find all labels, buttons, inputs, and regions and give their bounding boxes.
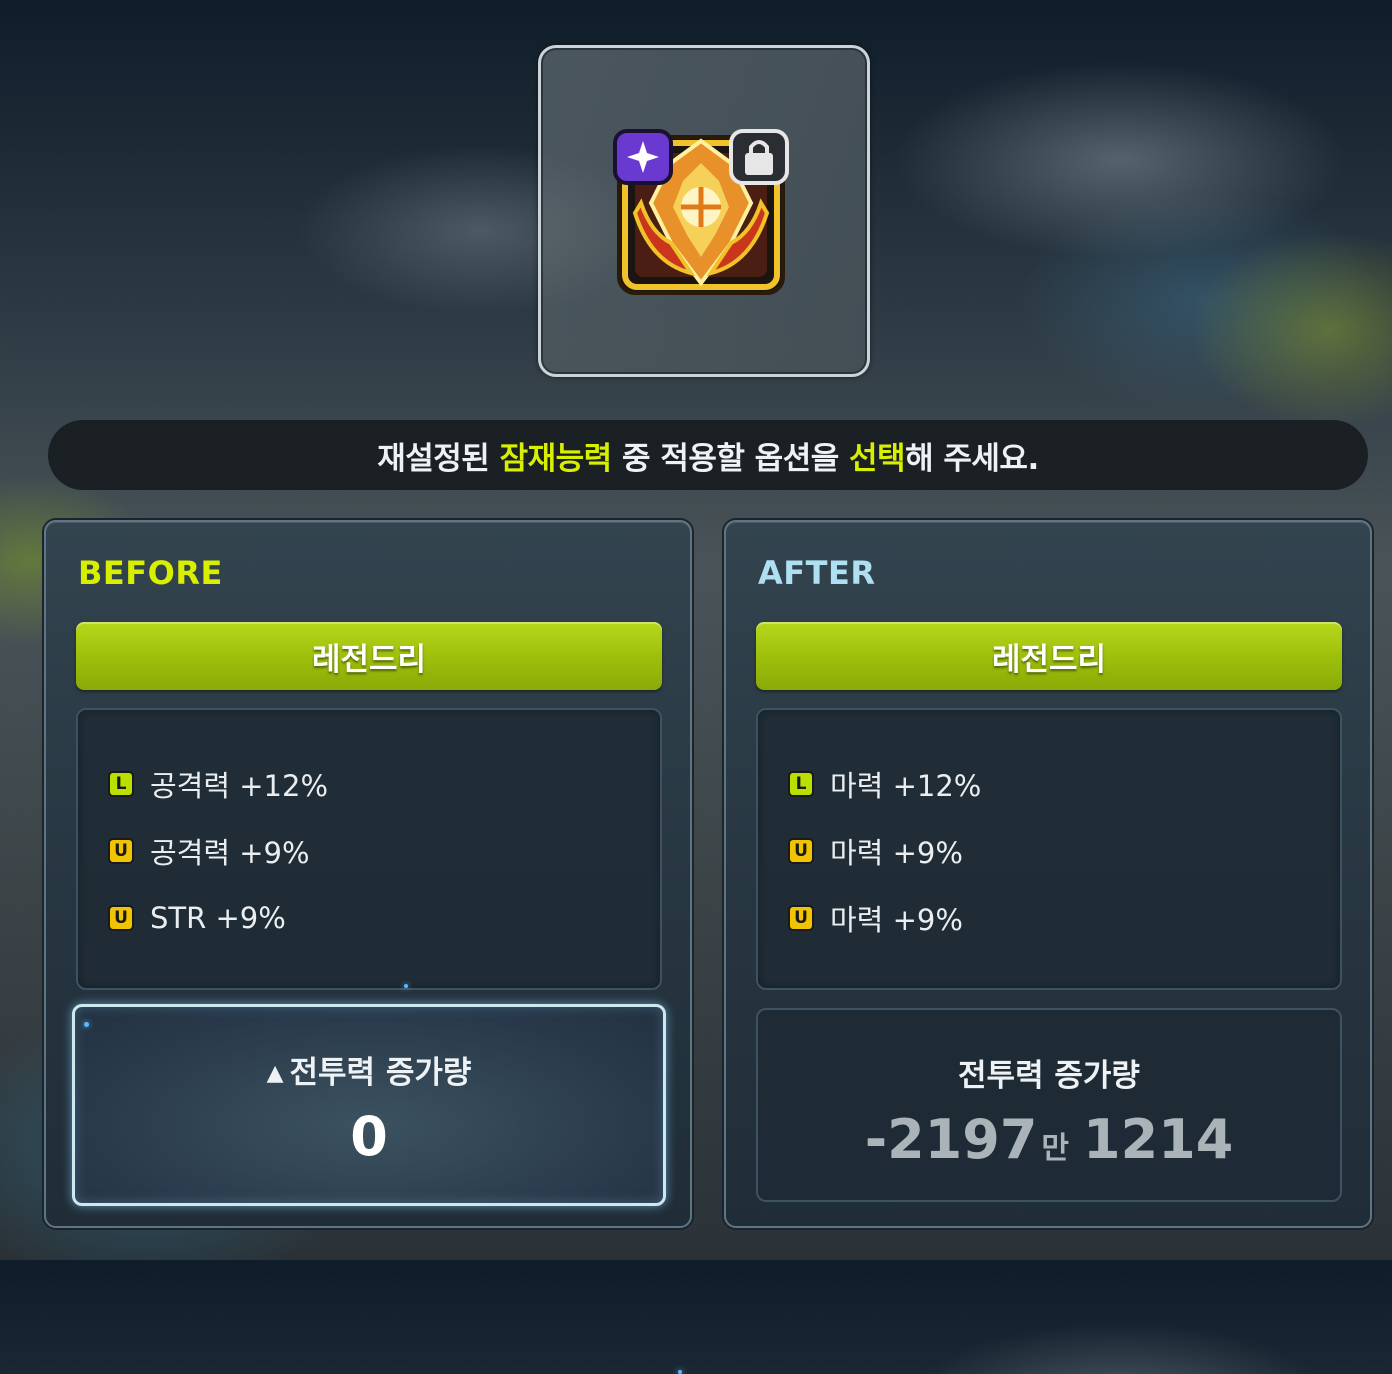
before-power-value: 0 [350,1105,388,1168]
sparkle [84,1022,89,1027]
power-value-main: -2197 [864,1108,1038,1171]
after-options: L 마력 +12% U 마력 +9% U 마력 +9% [756,708,1342,990]
after-grade-bar: 레전드리 [756,622,1342,690]
banner-text-2: 중 적용할 옵션을 [611,440,850,477]
before-power-label: ▲ 전투력 증가량 [75,1047,663,1092]
power-label-text: 전투력 증가량 [289,1055,472,1091]
option-text: 공격력 +9% [150,836,310,870]
option-text: 마력 +9% [830,903,963,937]
banner-text-3: 해 주세요. [905,440,1039,477]
unique-badge-icon: U [788,905,814,931]
item-slot [538,45,870,377]
after-power-value: -2197 만 1214 [758,1108,1340,1171]
instruction-banner: 재설정된 잠재능력 중 적용할 옵션을 선택 해 주세요. [48,420,1368,490]
banner-highlight-potential: 잠재능력 [499,440,613,477]
legendary-badge-icon: L [788,771,814,797]
sparkle [678,1370,682,1374]
option-text: 공격력 +12% [150,769,329,803]
before-options: L 공격력 +12% U 공격력 +9% U STR +9% [76,708,662,990]
option-line: L 마력 +12% [788,764,981,804]
after-power-box[interactable]: 전투력 증가량 -2197 만 1214 [756,1008,1342,1202]
before-power-box[interactable]: ▲ 전투력 증가량 0 [72,1004,666,1206]
option-line: U 공격력 +9% [108,831,310,871]
before-panel[interactable]: BEFORE 레전드리 L 공격력 +12% U 공격력 +9% U STR +… [44,520,692,1374]
before-title: BEFORE [78,554,223,592]
banner-highlight-select: 선택 [849,440,906,477]
option-line: U STR +9% [108,898,286,938]
sparkle [404,984,408,988]
option-text: STR +9% [150,901,286,935]
before-grade-bar: 레전드리 [76,622,662,690]
after-panel[interactable]: AFTER 레전드리 L 마력 +12% U 마력 +9% U 마력 +9% 전… [724,520,1372,1228]
power-value-unit: 만 [1041,1131,1070,1166]
banner-text-1: 재설정된 [377,440,500,477]
unique-badge-icon: U [108,838,134,864]
power-value-rest: 1214 [1083,1108,1234,1171]
emblem-icon [613,129,789,295]
option-text: 마력 +12% [830,769,982,803]
legendary-badge-icon: L [108,771,134,797]
after-power-label: 전투력 증가량 [958,1058,1140,1094]
triangle-up-icon: ▲ [266,1061,284,1086]
after-title: AFTER [758,554,876,592]
unique-badge-icon: U [788,838,814,864]
option-line: L 공격력 +12% [108,764,328,804]
unique-badge-icon: U [108,905,134,931]
option-line: U 마력 +9% [788,831,963,871]
option-line: U 마력 +9% [788,898,963,938]
option-text: 마력 +9% [830,836,963,870]
